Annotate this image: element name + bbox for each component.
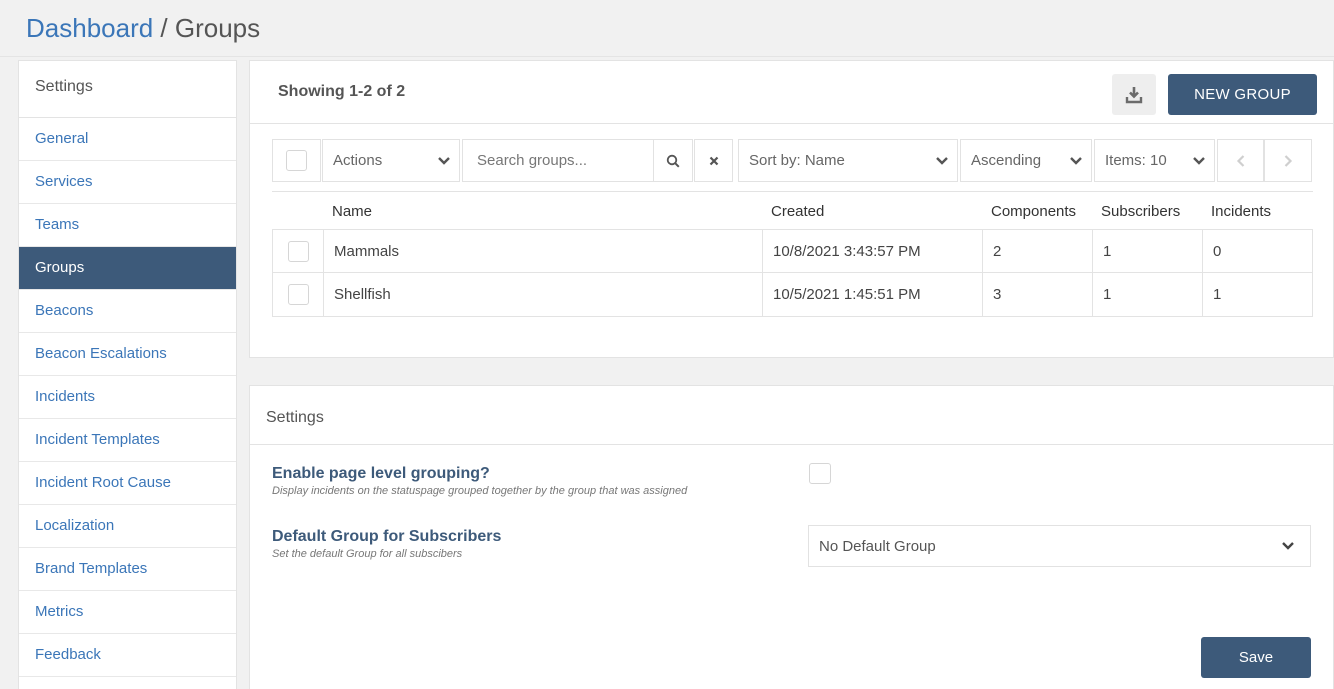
components-cell: 2: [982, 230, 1092, 273]
default-group-help-text: Set the default Group for all subscibers: [272, 548, 463, 560]
groups-table: Name Created Components Subscribers Inci…: [272, 191, 1313, 317]
column-header-components[interactable]: Components: [991, 203, 1076, 220]
sidebar-item-general[interactable]: General: [19, 118, 236, 161]
column-header-incidents[interactable]: Incidents: [1211, 203, 1271, 220]
page-title: Groups: [174, 13, 261, 43]
download-icon: [1125, 86, 1143, 103]
sidebar-item-localization[interactable]: Localization: [19, 505, 236, 548]
download-button[interactable]: [1112, 74, 1156, 115]
sort-by-dropdown[interactable]: Sort by: Name: [738, 139, 958, 182]
chevron-left-icon: [1236, 154, 1244, 167]
chevron-down-icon: [1184, 156, 1214, 166]
select-all-cell: [272, 139, 321, 182]
sidebar-item-teams[interactable]: Teams: [19, 204, 236, 247]
settings-sidebar: Settings General Services Teams Groups B…: [18, 60, 237, 689]
page-level-grouping-checkbox[interactable]: [809, 463, 831, 484]
default-group-label: Default Group for Subscribers: [272, 528, 502, 545]
sidebar-item-incidents[interactable]: Incidents: [19, 376, 236, 419]
panel-divider: [250, 123, 1333, 124]
sidebar-item-services[interactable]: Services: [19, 161, 236, 204]
clear-search-button[interactable]: [694, 139, 733, 182]
group-name-cell[interactable]: Shellfish: [323, 273, 763, 316]
row-checkbox[interactable]: [287, 241, 309, 262]
default-group-value: No Default Group: [819, 537, 936, 555]
created-cell: 10/8/2021 3:43:57 PM: [762, 230, 982, 273]
showing-count: Showing 1-2 of 2: [278, 83, 406, 100]
sidebar-item-brand-templates[interactable]: Brand Templates: [19, 548, 236, 591]
sort-by-label: Sort by: Name: [749, 152, 845, 169]
items-per-page-label: Items: 10: [1105, 152, 1167, 169]
header-divider: [0, 56, 1334, 57]
breadcrumb: Dashboard / Groups: [26, 13, 260, 44]
chevron-down-icon: [1266, 541, 1310, 551]
sidebar-item-beacon-escalations[interactable]: Beacon Escalations: [19, 333, 236, 376]
chevron-down-icon: [1061, 156, 1091, 166]
prev-page-button[interactable]: [1217, 139, 1264, 182]
sidebar-title: Settings: [19, 61, 236, 118]
search-field-wrapper: Search groups...: [462, 139, 654, 182]
items-per-page-dropdown[interactable]: Items: 10: [1094, 139, 1215, 182]
chevron-right-icon: [1284, 154, 1293, 167]
sidebar-item-incident-root-cause[interactable]: Incident Root Cause: [19, 462, 236, 505]
components-cell: 3: [982, 273, 1092, 316]
default-group-select[interactable]: No Default Group: [808, 525, 1311, 567]
actions-dropdown[interactable]: Actions: [322, 139, 460, 182]
sidebar-item-metrics[interactable]: Metrics: [19, 591, 236, 634]
created-cell: 10/5/2021 1:45:51 PM: [762, 273, 982, 316]
column-header-created[interactable]: Created: [771, 203, 824, 220]
search-button[interactable]: [653, 139, 693, 182]
settings-panel-title: Settings: [266, 409, 324, 426]
sidebar-item-beacons[interactable]: Beacons: [19, 290, 236, 333]
subscribers-cell: 1: [1092, 273, 1202, 316]
table-row[interactable]: Mammals 10/8/2021 3:43:57 PM 2 1 0: [272, 229, 1313, 273]
row-select-cell: [273, 273, 323, 316]
save-button[interactable]: Save: [1201, 637, 1311, 678]
table-toolbar: Actions Search groups... Sort by: Name A…: [272, 139, 1312, 183]
breadcrumb-separator: /: [153, 13, 175, 43]
sidebar-item-incident-templates[interactable]: Incident Templates: [19, 419, 236, 462]
select-all-checkbox[interactable]: [286, 150, 307, 171]
panel-divider: [250, 444, 1333, 445]
new-group-button[interactable]: NEW GROUP: [1168, 74, 1317, 115]
table-header: Name Created Components Subscribers Inci…: [272, 191, 1313, 229]
chevron-down-icon: [429, 156, 459, 166]
actions-dropdown-label: Actions: [333, 152, 383, 169]
sort-order-dropdown[interactable]: Ascending: [960, 139, 1092, 182]
group-name-cell[interactable]: Mammals: [323, 230, 763, 273]
row-select-cell: [273, 230, 323, 273]
sidebar-item-groups[interactable]: Groups: [19, 247, 236, 290]
subscribers-cell: 1: [1092, 230, 1202, 273]
groups-panel: Showing 1-2 of 2 NEW GROUP Actions Searc…: [249, 60, 1334, 358]
search-icon: [666, 154, 680, 168]
chevron-down-icon: [927, 156, 957, 166]
sort-order-label: Ascending: [971, 152, 1042, 169]
grouping-label: Enable page level grouping?: [272, 465, 490, 482]
grouping-help-text: Display incidents on the statuspage grou…: [272, 485, 688, 497]
next-page-button[interactable]: [1264, 139, 1312, 182]
column-header-subscribers[interactable]: Subscribers: [1101, 203, 1180, 220]
group-settings-panel: Settings Enable page level grouping? Dis…: [249, 385, 1334, 689]
sidebar-item-feedback[interactable]: Feedback: [19, 634, 236, 677]
close-icon: [709, 156, 718, 165]
column-header-name[interactable]: Name: [332, 203, 372, 220]
table-row[interactable]: Shellfish 10/5/2021 1:45:51 PM 3 1 1: [272, 273, 1313, 317]
row-checkbox[interactable]: [287, 284, 309, 305]
search-input[interactable]: Search groups...: [463, 152, 653, 169]
breadcrumb-dashboard-link[interactable]: Dashboard: [26, 13, 153, 43]
incidents-cell: 1: [1202, 273, 1312, 316]
incidents-cell: 0: [1202, 230, 1312, 273]
